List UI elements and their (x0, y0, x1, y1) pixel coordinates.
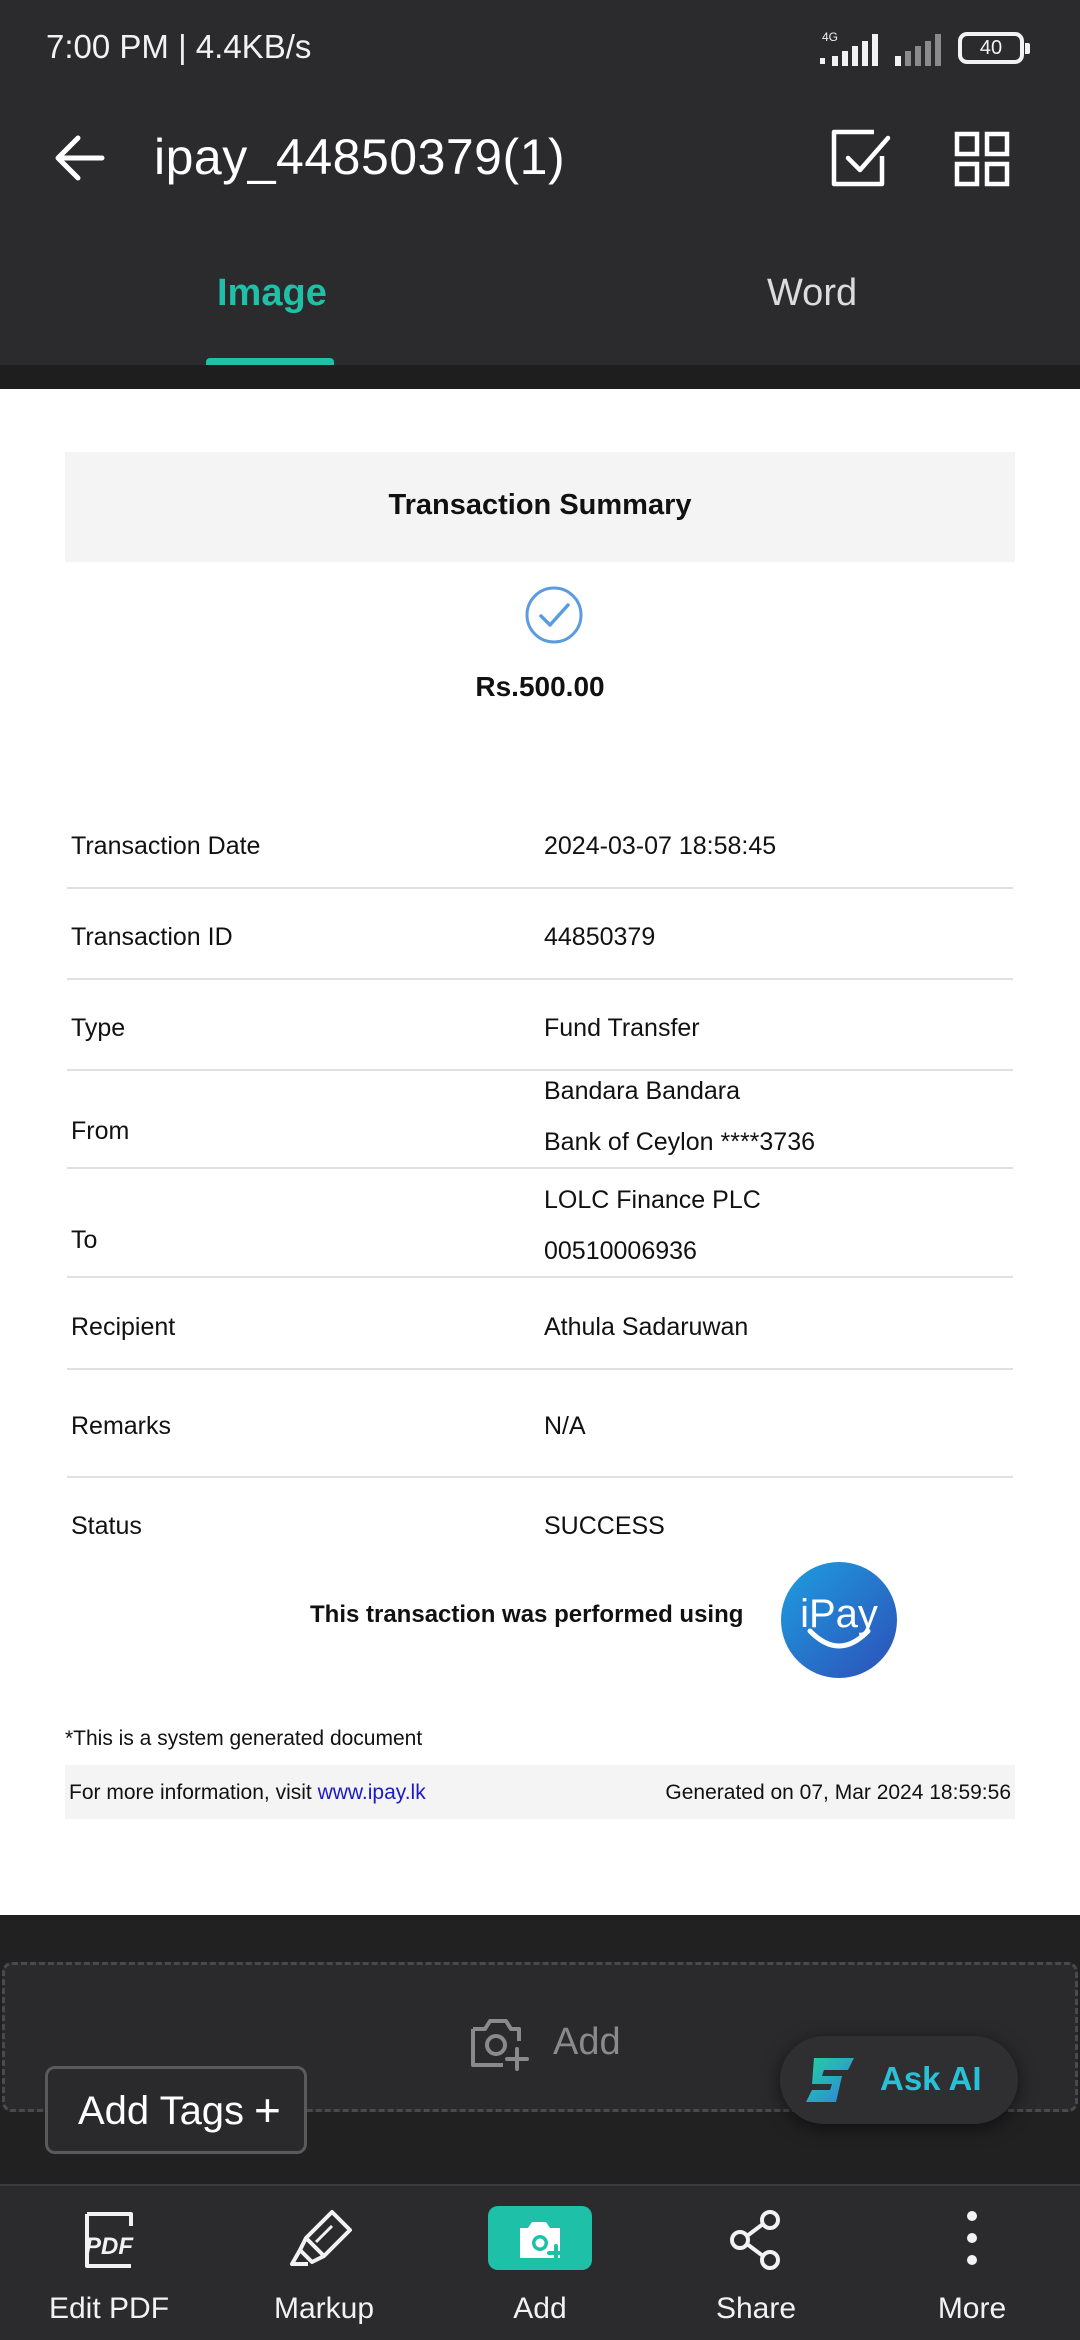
row-divider (67, 1167, 1013, 1169)
row-label: Recipient (71, 1313, 176, 1341)
tab-word[interactable]: Word (767, 272, 857, 315)
arrow-left-icon[interactable] (44, 122, 116, 194)
footer-link[interactable]: www.ipay.lk (318, 1781, 426, 1804)
row-value-secondary: Bank of Ceylon ****3736 (544, 1128, 816, 1156)
tool-label: Share (715, 2292, 797, 2325)
ai-logo-icon (806, 2058, 854, 2102)
document-footer: For more information, visit www.ipay.lk … (65, 1765, 1015, 1819)
add-photo-icon (471, 2019, 529, 2071)
summary-header: Transaction Summary (65, 452, 1015, 562)
status-bar: 7:00 PM | 4.4KB/s 4G 40 (0, 0, 1080, 100)
table-row: Transaction ID 44850379 (67, 914, 1013, 1004)
app-screen: 7:00 PM | 4.4KB/s 4G 40 ipay_44850379(1) (0, 0, 1080, 2340)
row-value: 44850379 (544, 923, 656, 951)
add-area-label: Add (553, 2021, 621, 2063)
table-row: To LOLC Finance PLC 00510006936 (67, 1186, 1013, 1298)
system-note: *This is a system generated document (65, 1727, 423, 1750)
document-title: ipay_44850379(1) (154, 129, 566, 185)
ipay-logo: iPay (781, 1562, 897, 1678)
app-header: ipay_44850379(1) Image Word (0, 100, 1080, 366)
row-label: Type (71, 1014, 126, 1042)
table-row: Recipient Athula Sadaruwan (67, 1313, 1013, 1403)
row-value: Bandara Bandara (544, 1077, 740, 1105)
row-label: Status (71, 1512, 142, 1540)
bottom-toolbar: PDF Edit PDF Markup Add Share More (0, 2184, 1080, 2340)
row-value: 2024-03-07 18:58:45 (544, 832, 777, 860)
more-button[interactable]: More (882, 2204, 1062, 2334)
row-value-secondary: 00510006936 (544, 1237, 697, 1265)
table-row: Status SUCCESS (67, 1512, 1013, 1562)
row-divider (67, 1476, 1013, 1478)
share-icon (730, 2210, 780, 2270)
row-divider (67, 1276, 1013, 1278)
footer-info: For more information, visit www.ipay.lk (69, 1781, 426, 1805)
add-tags-label: Add Tags (78, 2089, 245, 2133)
transaction-amount: Rs.500.00 (475, 671, 605, 702)
header-divider (0, 365, 1080, 389)
add-tags-button[interactable]: Add Tags + (45, 2066, 307, 2154)
table-row: From Bandara Bandara Bank of Ceylon ****… (67, 1077, 1013, 1189)
status-time-speed: 7:00 PM | 4.4KB/s (46, 28, 312, 65)
signal-4g-icon: 4G (820, 30, 878, 66)
row-divider (67, 887, 1013, 889)
row-value: LOLC Finance PLC (544, 1186, 761, 1214)
row-divider (67, 978, 1013, 980)
edit-pdf-button[interactable]: PDF Edit PDF (19, 2204, 199, 2334)
add-photo-icon (520, 2222, 565, 2262)
grid-view-icon[interactable] (945, 122, 1017, 194)
row-label: From (71, 1117, 130, 1145)
tool-label: Edit PDF (48, 2292, 170, 2325)
summary-title: Transaction Summary (388, 489, 692, 521)
check-circle-icon (525, 586, 583, 644)
row-value: Athula Sadaruwan (544, 1313, 749, 1341)
row-label: Transaction ID (71, 923, 233, 951)
row-label: Remarks (71, 1412, 172, 1440)
generated-on: Generated on 07, Mar 2024 18:59:56 (665, 1781, 1011, 1804)
row-value: N/A (544, 1412, 586, 1440)
row-value: Fund Transfer (544, 1014, 700, 1042)
checkbox-select-icon[interactable] (824, 122, 896, 194)
tool-label: Add (513, 2292, 567, 2325)
table-row: Remarks N/A (67, 1412, 1013, 1512)
svg-text:PDF: PDF (85, 2233, 134, 2260)
table-row: Transaction Date 2024-03-07 18:58:45 (67, 823, 1013, 913)
row-label: To (71, 1226, 98, 1254)
share-button[interactable]: Share (666, 2204, 846, 2334)
row-label: Transaction Date (71, 832, 261, 860)
tool-label: Markup (273, 2292, 375, 2325)
add-button[interactable]: Add (450, 2204, 630, 2334)
footer-info-prefix: For more information, visit (69, 1781, 318, 1804)
row-value: SUCCESS (544, 1512, 665, 1540)
signal-bars-icon (895, 34, 941, 66)
performed-using-text: This transaction was performed using (310, 1601, 744, 1628)
pdf-edit-icon: PDF (85, 2212, 134, 2268)
row-divider (67, 1368, 1013, 1370)
markup-button[interactable]: Markup (234, 2204, 414, 2334)
battery-icon: 40 (958, 32, 1030, 64)
document-page: Transaction Summary Rs.500.00 Transactio… (0, 389, 1080, 1915)
highlighter-icon (290, 2210, 352, 2266)
row-divider (67, 1069, 1013, 1071)
network-type-label: 4G (822, 30, 838, 44)
tool-label: More (937, 2292, 1007, 2325)
ask-ai-button[interactable]: Ask AI (780, 2036, 1018, 2124)
ask-ai-label: Ask AI (880, 2060, 982, 2097)
more-vertical-icon (967, 2211, 977, 2265)
plus-icon: + (254, 2084, 281, 2136)
tab-image[interactable]: Image (217, 272, 327, 315)
